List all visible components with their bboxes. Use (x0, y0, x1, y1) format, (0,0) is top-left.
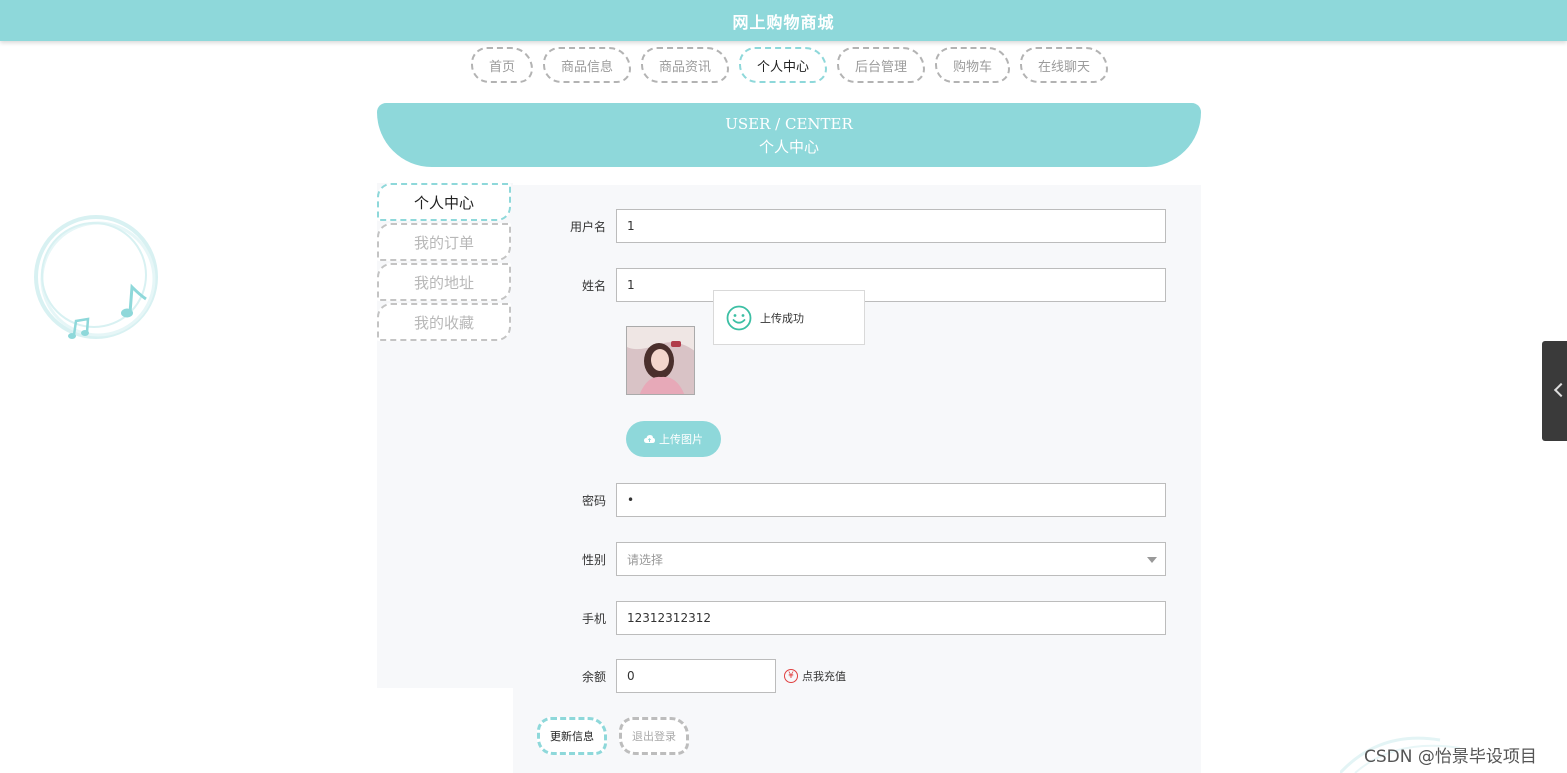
chevron-left-icon (1553, 382, 1567, 398)
recharge-label: 点我充值 (802, 670, 846, 683)
cloud-upload-icon (644, 434, 655, 443)
chevron-down-icon (1147, 557, 1157, 563)
profile-form-panel: 用户名 1 姓名 1 上传图片 密码 • 性别 请选择 手机 123123123… (513, 185, 1201, 773)
gender-label: 性别 (581, 552, 606, 567)
sidebar-item-addresses[interactable]: 我的地址 (377, 263, 511, 301)
watermark-text: CSDN @怡景毕设项目 (1364, 747, 1537, 767)
site-title: 网上购物商城 (732, 12, 835, 32)
recharge-link[interactable]: ¥ 点我充值 (784, 668, 846, 684)
page-banner: USER / CENTER 个人中心 (377, 103, 1201, 167)
balance-label: 余额 (581, 669, 606, 684)
user-sidebar: 个人中心 我的订单 我的地址 我的收藏 (377, 183, 513, 688)
logout-button[interactable]: 退出登录 (619, 717, 689, 755)
password-label: 密码 (581, 493, 606, 508)
sidebar-item-favorites[interactable]: 我的收藏 (377, 303, 511, 341)
name-input[interactable]: 1 (616, 268, 1166, 302)
avatar-preview (626, 326, 695, 395)
nav-tab-admin[interactable]: 后台管理 (837, 47, 926, 83)
name-label: 姓名 (581, 278, 606, 293)
update-info-button[interactable]: 更新信息 (537, 717, 607, 755)
nav-tab-chat[interactable]: 在线聊天 (1020, 47, 1109, 83)
nav-tab-home[interactable]: 首页 (470, 47, 533, 83)
top-header: 网上购物商城 (0, 0, 1567, 41)
toast-message: 上传成功 (760, 311, 804, 325)
side-panel-toggle[interactable] (1542, 341, 1567, 441)
username-input[interactable]: 1 (616, 209, 1166, 243)
phone-label: 手机 (581, 611, 606, 626)
nav-tab-cart[interactable]: 购物车 (935, 47, 1011, 83)
yen-icon: ¥ (784, 669, 798, 683)
upload-image-label: 上传图片 (659, 433, 703, 446)
phone-input[interactable]: 12312312312 (616, 601, 1166, 635)
upload-success-toast: 上传成功 (713, 290, 865, 345)
upload-image-button[interactable]: 上传图片 (626, 421, 721, 457)
form-row-username: 用户名 1 (513, 209, 1166, 243)
gender-select[interactable]: 请选择 (616, 542, 1166, 576)
sidebar-item-user-center[interactable]: 个人中心 (377, 183, 511, 221)
password-input[interactable]: • (616, 483, 1166, 517)
smile-icon (726, 305, 752, 330)
form-row-password: 密码 • (513, 483, 1166, 517)
nav-tab-user-center[interactable]: 个人中心 (738, 47, 827, 83)
username-label: 用户名 (569, 219, 606, 234)
main-nav: 首页 商品信息 商品资讯 个人中心 后台管理 购物车 在线聊天 (0, 47, 1567, 87)
music-note-decoration (34, 215, 158, 339)
avatar-image (627, 327, 694, 394)
banner-title-en: USER / CENTER (725, 115, 853, 133)
form-row-balance: 余额 0 ¥ 点我充值 (513, 659, 846, 693)
form-row-gender: 性别 请选择 (513, 542, 1166, 576)
balance-input[interactable]: 0 (616, 659, 776, 693)
nav-tab-products[interactable]: 商品信息 (542, 47, 631, 83)
form-row-phone: 手机 12312312312 (513, 601, 1166, 635)
gender-select-placeholder: 请选择 (627, 552, 664, 567)
nav-tab-news[interactable]: 商品资讯 (640, 47, 729, 83)
sidebar-item-orders[interactable]: 我的订单 (377, 223, 511, 261)
banner-title-cn: 个人中心 (758, 138, 819, 156)
